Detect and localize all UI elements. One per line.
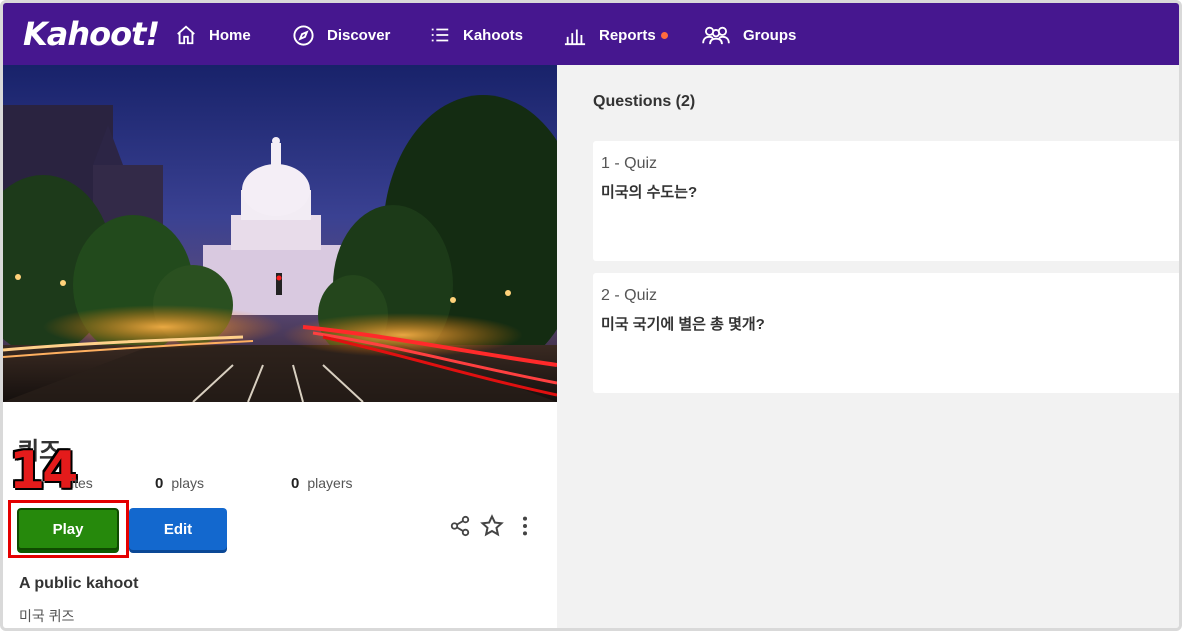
players-label: players bbox=[307, 475, 353, 491]
nav-kahoots[interactable]: Kahoots bbox=[429, 21, 523, 49]
home-icon bbox=[177, 25, 195, 45]
plays-count: 0 bbox=[155, 475, 164, 492]
more-vertical-icon bbox=[522, 516, 528, 536]
share-button[interactable] bbox=[447, 513, 473, 539]
list-icon bbox=[431, 28, 449, 42]
cover-image bbox=[3, 65, 557, 402]
nav-reports[interactable]: Reports bbox=[563, 21, 668, 49]
question-card[interactable]: 2 - Quiz 미국 국기에 별은 총 몇개? bbox=[593, 273, 1179, 393]
kahoot-details-panel: 퀴즈 14 ites 0 plays 0 players Play Edit A… bbox=[3, 65, 557, 628]
questions-header: Questions (2) bbox=[593, 93, 696, 110]
notification-dot bbox=[660, 31, 668, 39]
players-stat: 0 players bbox=[291, 475, 352, 492]
edit-button[interactable]: Edit bbox=[129, 508, 227, 550]
question-type: 2 - Quiz bbox=[601, 287, 658, 304]
kahoot-description: 미국 퀴즈 bbox=[19, 608, 75, 624]
question-card[interactable]: 1 - Quiz 미국의 수도는? bbox=[593, 141, 1179, 261]
nav-home[interactable]: Home bbox=[175, 21, 251, 49]
nav-home-label: Home bbox=[209, 26, 251, 44]
groups-icon bbox=[702, 26, 730, 45]
question-text: 미국의 수도는? bbox=[601, 184, 698, 201]
favorites-label: ites bbox=[71, 475, 93, 491]
question-type: 1 - Quiz bbox=[601, 155, 658, 172]
players-count: 0 bbox=[291, 475, 300, 492]
favorites-stat: ites bbox=[71, 475, 93, 491]
step-annotation-number: 14 bbox=[9, 441, 78, 501]
star-icon bbox=[480, 514, 504, 537]
more-options-button[interactable] bbox=[512, 513, 538, 539]
nav-discover-label: Discover bbox=[327, 26, 391, 44]
visibility-label: A public kahoot bbox=[19, 575, 139, 592]
nav-reports-label: Reports bbox=[599, 26, 656, 44]
nav-groups[interactable]: Groups bbox=[701, 21, 796, 49]
reports-icon bbox=[564, 29, 586, 46]
questions-panel: Questions (2) 1 - Quiz 미국의 수도는? 2 - Quiz… bbox=[559, 65, 1179, 628]
kahoot-logo[interactable]: Kahoot! bbox=[23, 15, 160, 53]
nav-discover[interactable]: Discover bbox=[292, 21, 390, 49]
nav-kahoots-label: Kahoots bbox=[463, 26, 523, 44]
plays-label: plays bbox=[171, 475, 205, 491]
share-icon bbox=[450, 515, 470, 537]
app-window: Kahoot! Home Discover Kahoots Reports Gr… bbox=[0, 0, 1182, 631]
plays-stat: 0 plays bbox=[155, 475, 204, 492]
compass-icon bbox=[293, 24, 314, 46]
question-text: 미국 국기에 별은 총 몇개? bbox=[601, 316, 765, 333]
play-button[interactable]: Play bbox=[17, 508, 119, 550]
favorite-button[interactable] bbox=[479, 513, 505, 539]
capitol-night-image bbox=[3, 65, 557, 402]
top-navigation: Kahoot! Home Discover Kahoots Reports Gr… bbox=[3, 3, 1179, 65]
nav-groups-label: Groups bbox=[743, 26, 797, 44]
